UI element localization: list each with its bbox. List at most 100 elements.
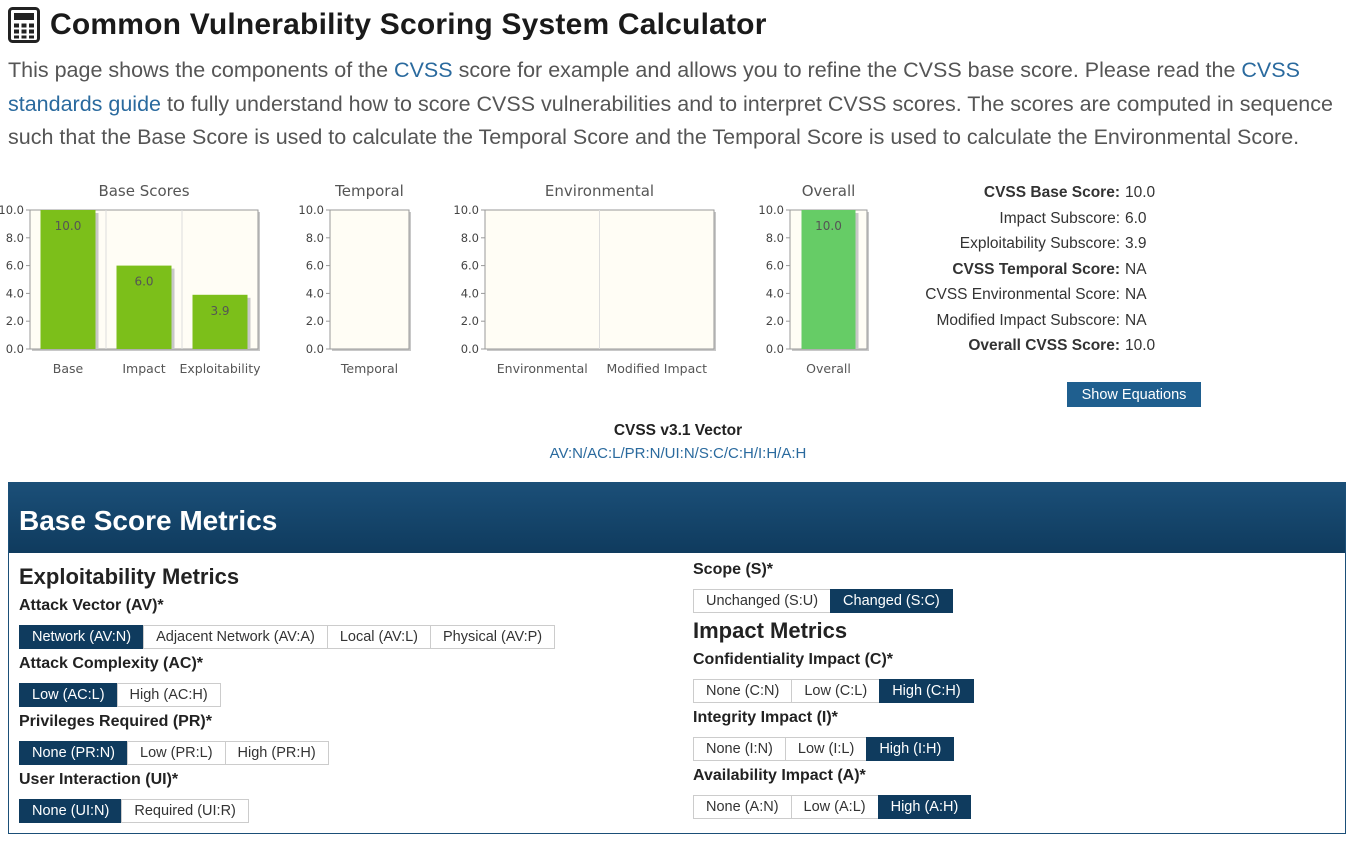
score-value: NA — [1125, 311, 1147, 329]
y-tick-label: 2.0 — [6, 314, 24, 328]
score-value: 6.0 — [1125, 209, 1147, 227]
bar-value-label: 10.0 — [815, 219, 842, 233]
x-tick-label: Base — [53, 361, 84, 376]
y-tick-label: 8.0 — [461, 231, 479, 245]
scope-group: Unchanged (S:U) Changed (S:C) — [693, 589, 974, 613]
plot-area — [329, 209, 410, 350]
availability-impact-option[interactable]: Low (A:L) — [790, 795, 879, 819]
score-label: CVSS Environmental Score: — [925, 286, 1120, 303]
base-score-metrics-panel: Base Score Metrics Exploitability Metric… — [8, 482, 1346, 834]
score-label: Impact Subscore: — [999, 209, 1120, 227]
privileges-required-label: Privileges Required (PR)* — [19, 713, 212, 730]
scope-impact-column: Scope (S)* Unchanged (S:U) Changed (S:C) … — [693, 557, 974, 819]
confidentiality-impact-label: Confidentiality Impact (C)* — [693, 651, 894, 668]
y-tick-label: 2.0 — [766, 314, 784, 328]
attack-vector-label: Attack Vector (AV)* — [19, 597, 164, 614]
intro-text-1: This page shows the components of the — [8, 58, 395, 82]
bar-value-label: 10.0 — [55, 219, 82, 233]
integrity-impact-group: None (I:N) Low (I:L) High (I:H) — [693, 737, 974, 761]
vector-block: CVSS v3.1 Vector AV:N/AC:L/PR:N/UI:N/S:C… — [478, 420, 878, 466]
chart-title: Overall — [802, 182, 856, 200]
vector-string-link[interactable]: AV:N/AC:L/PR:N/UI:N/S:C/C:H/I:H/A:H — [550, 442, 807, 466]
x-tick-label: Environmental — [497, 361, 588, 376]
score-value: NA — [1125, 286, 1147, 303]
attack-vector-option[interactable]: Physical (AV:P) — [430, 625, 556, 649]
privileges-required-option[interactable]: High (PR:H) — [224, 741, 329, 765]
x-tick-label: Overall — [806, 361, 851, 376]
confidentiality-impact-option[interactable]: Low (C:L) — [791, 679, 881, 703]
availability-impact-label: Availability Impact (A)* — [693, 767, 866, 784]
user-interaction-option[interactable]: None (UI:N) — [19, 799, 123, 823]
attack-vector-option[interactable]: Adjacent Network (AV:A) — [143, 625, 328, 649]
score-row: Modified Impact Subscore: NA — [905, 308, 1160, 334]
scope-label: Scope (S)* — [693, 561, 774, 578]
y-tick-label: 10.0 — [0, 203, 24, 217]
bar-value-label: 3.9 — [210, 304, 229, 318]
title-row: Common Vulnerability Scoring System Calc… — [8, 4, 767, 46]
user-interaction-label: User Interaction (UI)* — [19, 771, 179, 788]
integrity-impact-label: Integrity Impact (I)* — [693, 709, 838, 726]
y-tick-label: 0.0 — [6, 342, 24, 356]
attack-vector-option[interactable]: Local (AV:L) — [326, 625, 432, 649]
page-title: Common Vulnerability Scoring System Calc… — [50, 8, 767, 41]
y-tick-label: 10.0 — [453, 203, 479, 217]
scope-option[interactable]: Unchanged (S:U) — [693, 589, 832, 613]
exploitability-column: Exploitability Metrics Attack Vector (AV… — [19, 561, 556, 823]
y-tick-label: 6.0 — [766, 259, 784, 273]
panel-header: Base Score Metrics — [9, 483, 1345, 553]
score-value: 10.0 — [1125, 184, 1156, 201]
confidentiality-impact-group: None (C:N) Low (C:L) High (C:H) — [693, 679, 974, 703]
score-row: CVSS Base Score: 10.0 — [905, 180, 1160, 206]
intro-paragraph: This page shows the components of the CV… — [8, 54, 1353, 155]
exploitability-metrics-heading: Exploitability Metrics — [19, 564, 240, 589]
y-tick-label: 0.0 — [766, 342, 784, 356]
y-tick-label: 8.0 — [306, 231, 324, 245]
confidentiality-impact-option[interactable]: None (C:N) — [693, 679, 793, 703]
availability-impact-option[interactable]: None (A:N) — [693, 795, 792, 819]
y-tick-label: 10.0 — [758, 203, 784, 217]
user-interaction-option[interactable]: Required (UI:R) — [121, 799, 249, 823]
vector-title: CVSS v3.1 Vector — [613, 422, 743, 439]
user-interaction-group: None (UI:N) Required (UI:R) — [19, 799, 555, 823]
score-row: Exploitability Subscore: 3.9 — [905, 231, 1160, 257]
privileges-required-option[interactable]: Low (PR:L) — [127, 741, 226, 765]
score-label: Exploitability Subscore: — [959, 235, 1120, 252]
integrity-impact-option[interactable]: High (I:H) — [866, 737, 955, 761]
chart-title: Temporal — [334, 182, 404, 200]
y-tick-label: 4.0 — [461, 286, 479, 300]
score-row: CVSS Temporal Score: NA — [905, 257, 1160, 283]
x-tick-label: Modified Impact — [606, 361, 707, 376]
x-tick-label: Temporal — [340, 361, 398, 376]
intro-text-3: to fully understand how to score CVSS vu… — [8, 91, 1333, 150]
privileges-required-option[interactable]: None (PR:N) — [19, 741, 128, 765]
calculator-icon — [8, 7, 40, 43]
y-tick-label: 2.0 — [306, 314, 324, 328]
attack-complexity-label: Attack Complexity (AC)* — [19, 655, 204, 672]
availability-impact-option[interactable]: High (A:H) — [877, 795, 972, 819]
attack-complexity-option[interactable]: High (AC:H) — [116, 683, 221, 707]
scope-option[interactable]: Changed (S:C) — [830, 589, 953, 613]
y-tick-label: 6.0 — [6, 259, 24, 273]
score-value: 3.9 — [1125, 235, 1147, 252]
integrity-impact-option[interactable]: Low (I:L) — [784, 737, 868, 761]
bar-value-label: 6.0 — [134, 275, 153, 289]
score-charts: Base Scores 0.0 2.0 4.0 6.0 8.0 10.0 Base 10.0 Im… — [0, 182, 869, 376]
attack-vector-group: Network (AV:N) Adjacent Network (AV:A) Loc… — [19, 625, 556, 649]
intro-text-2: score for example and allows you to refi… — [452, 58, 1242, 82]
attack-vector-option[interactable]: Network (AV:N) — [19, 625, 145, 649]
impact-metrics-heading: Impact Metrics — [693, 618, 848, 643]
chart-title: Environmental — [545, 182, 654, 200]
score-label: Modified Impact Subscore: — [936, 311, 1120, 329]
cvss-link[interactable]: CVSS — [394, 58, 453, 82]
y-tick-label: 4.0 — [6, 286, 24, 300]
attack-complexity-option[interactable]: Low (AC:L) — [19, 683, 118, 707]
y-tick-label: 8.0 — [766, 231, 784, 245]
score-label: CVSS Temporal Score: — [952, 260, 1120, 278]
attack-complexity-group: Low (AC:L) High (AC:H) — [19, 683, 555, 707]
y-tick-label: 6.0 — [461, 259, 479, 273]
confidentiality-impact-option[interactable]: High (C:H) — [879, 679, 974, 703]
y-tick-label: 10.0 — [298, 203, 324, 217]
x-tick-label: Exploitability — [179, 361, 261, 376]
show-equations-button[interactable]: Show Equations — [1067, 382, 1201, 407]
integrity-impact-option[interactable]: None (I:N) — [693, 737, 786, 761]
